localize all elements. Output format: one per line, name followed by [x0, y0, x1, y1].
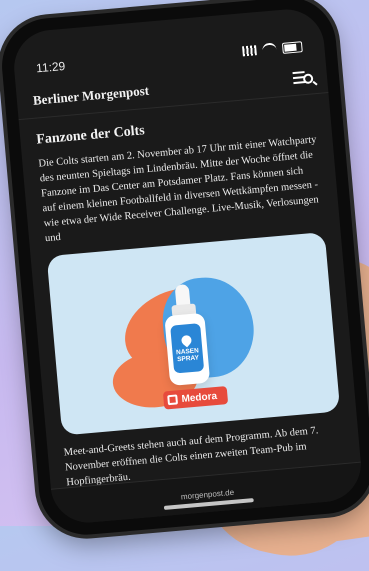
- signal-icon: [242, 45, 257, 57]
- nasal-spray-bottle: NASEN SPRAY: [156, 282, 217, 386]
- ad-card[interactable]: NASEN SPRAY Medora: [46, 231, 341, 436]
- brand-logo-icon: [167, 394, 179, 406]
- article: Fanzone der Colts Die Colts starten am 2…: [19, 93, 361, 492]
- site-brand[interactable]: Berliner Morgenpost: [32, 83, 149, 109]
- battery-icon: [281, 40, 303, 54]
- bottle-label: NASEN SPRAY: [170, 323, 205, 374]
- smartphone: 11:29 Berliner Morgenpost Fanzone der Co…: [0, 0, 369, 539]
- brand-name: Medora: [181, 390, 218, 405]
- home-indicator[interactable]: [163, 498, 254, 511]
- menu-line: [292, 71, 305, 75]
- article-paragraph-1: Die Colts starten am 2. November ab 17 U…: [38, 134, 320, 245]
- drop-icon: [179, 332, 194, 347]
- wifi-icon: [261, 42, 277, 56]
- status-time: 11:29: [35, 58, 66, 76]
- status-icons: [242, 40, 303, 57]
- product-label: NASEN SPRAY: [175, 346, 200, 363]
- search-icon: [302, 73, 314, 85]
- menu-search-icon[interactable]: [292, 68, 314, 88]
- phone-screen: 11:29 Berliner Morgenpost Fanzone der Co…: [11, 6, 364, 526]
- footer-domain[interactable]: morgenpost.de: [180, 487, 234, 501]
